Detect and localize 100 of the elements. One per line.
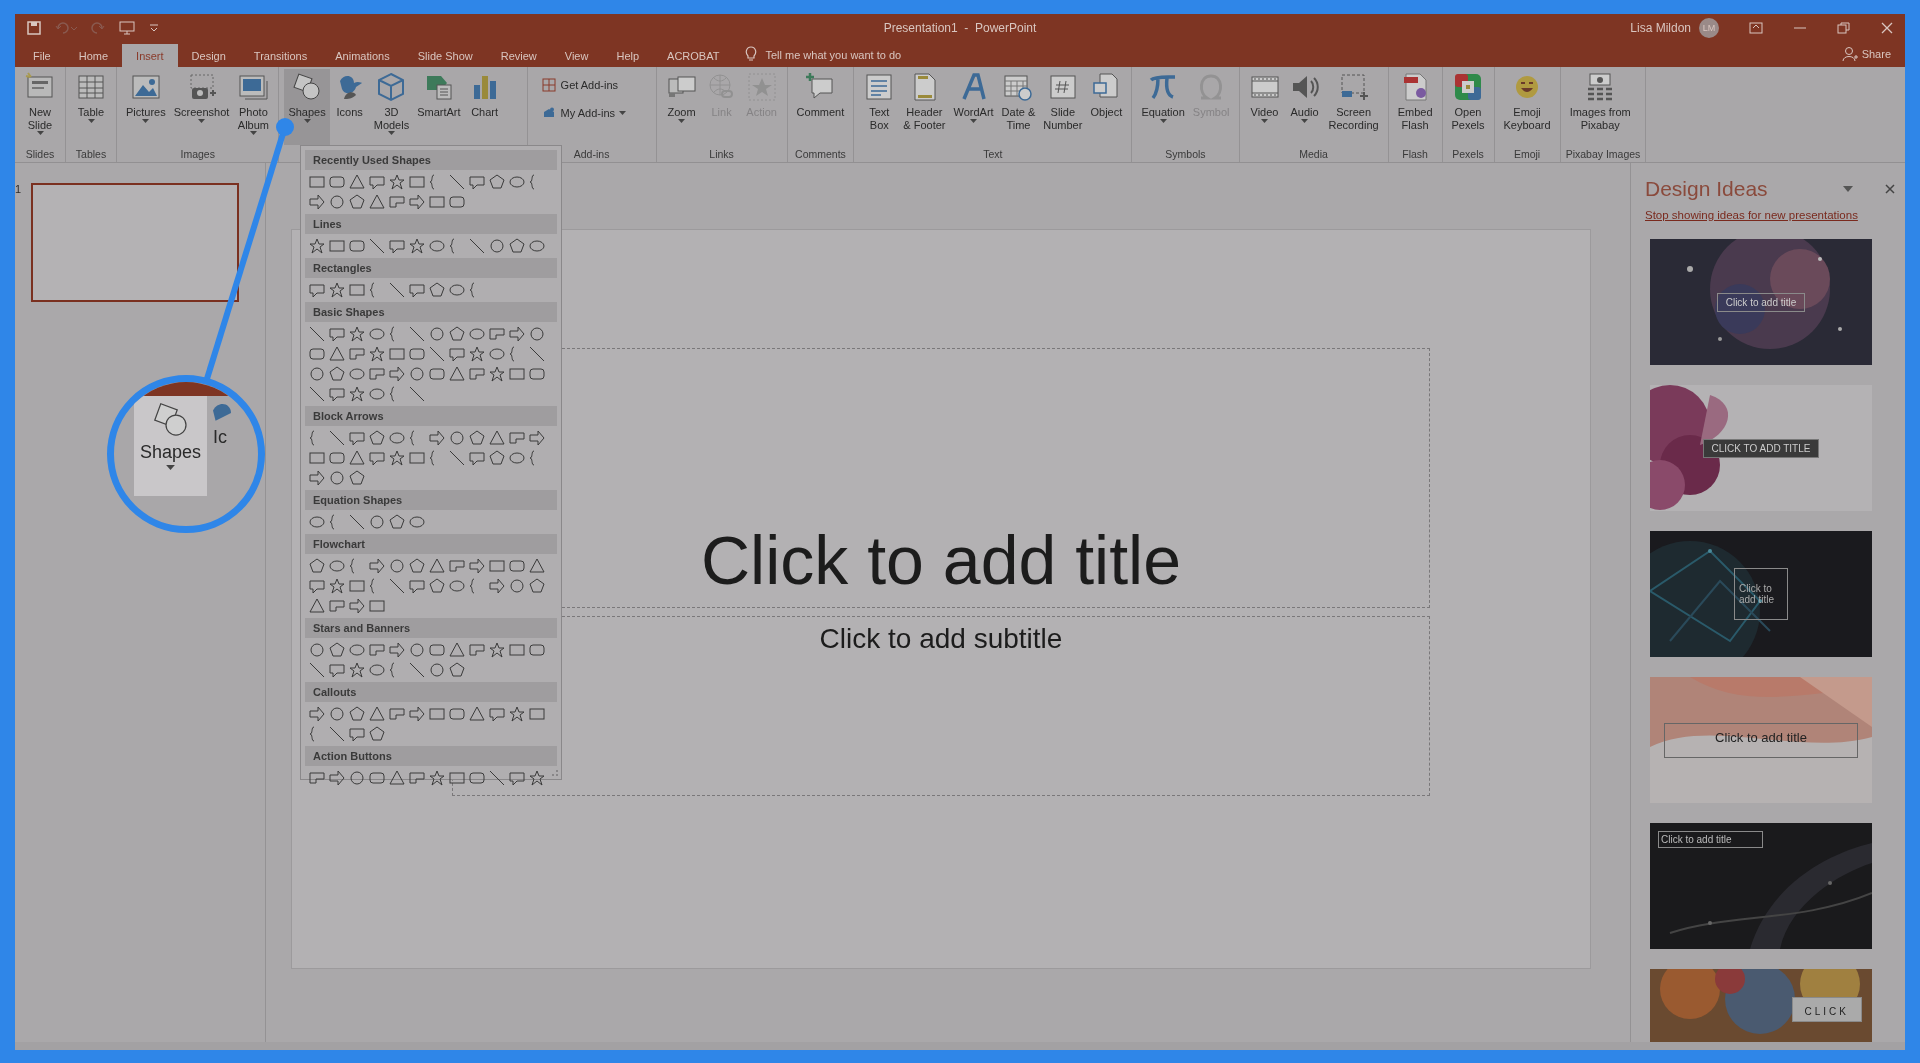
shape-icon[interactable] — [368, 325, 386, 343]
shape-icon[interactable] — [528, 365, 546, 383]
shape-icon[interactable] — [468, 173, 486, 191]
shape-icon[interactable] — [308, 325, 326, 343]
ribbon-button[interactable]: Icons — [329, 69, 370, 145]
shape-icon[interactable] — [428, 237, 446, 255]
ribbon-button[interactable]: Screen Recording — [1324, 69, 1383, 145]
shape-icon[interactable] — [408, 193, 426, 211]
shape-icon[interactable] — [448, 281, 466, 299]
shape-icon[interactable] — [428, 345, 446, 363]
shape-icon[interactable] — [408, 385, 426, 403]
presentation-icon[interactable] — [119, 21, 135, 35]
shape-icon[interactable] — [528, 769, 546, 787]
ribbon-button[interactable]: Object — [1086, 69, 1127, 145]
shape-icon[interactable] — [428, 577, 446, 595]
shape-icon[interactable] — [348, 469, 366, 487]
ribbon-button[interactable]: Table — [71, 69, 111, 145]
shapes-button[interactable]: Shapes — [134, 396, 208, 496]
shape-icon[interactable] — [328, 345, 346, 363]
shape-icon[interactable] — [428, 429, 446, 447]
shape-icon[interactable] — [348, 725, 366, 743]
save-icon[interactable] — [27, 21, 41, 35]
shape-icon[interactable] — [408, 365, 426, 383]
ribbon-button[interactable]: Embed Flash — [1393, 69, 1437, 145]
shape-icon[interactable] — [448, 705, 466, 723]
shape-icon[interactable] — [368, 345, 386, 363]
shape-icon[interactable] — [308, 237, 326, 255]
shape-icon[interactable] — [348, 597, 366, 615]
shape-icon[interactable] — [428, 661, 446, 679]
shape-icon[interactable] — [308, 345, 326, 363]
shape-icon[interactable] — [328, 449, 346, 467]
shape-icon[interactable] — [468, 345, 486, 363]
shape-icon[interactable] — [368, 449, 386, 467]
shape-icon[interactable] — [348, 661, 366, 679]
shape-icon[interactable] — [408, 769, 426, 787]
shape-icon[interactable] — [368, 237, 386, 255]
share-button[interactable]: Share — [1827, 46, 1905, 67]
ribbon-button[interactable]: Date & Time — [997, 69, 1040, 145]
shape-icon[interactable] — [408, 325, 426, 343]
shape-icon[interactable] — [448, 173, 466, 191]
shape-icon[interactable] — [448, 365, 466, 383]
shape-icon[interactable] — [328, 661, 346, 679]
shape-icon[interactable] — [308, 281, 326, 299]
shape-icon[interactable] — [388, 365, 406, 383]
shape-icon[interactable] — [468, 449, 486, 467]
shape-icon[interactable] — [328, 769, 346, 787]
shape-icon[interactable] — [508, 449, 526, 467]
shape-icon[interactable] — [348, 193, 366, 211]
shape-icon[interactable] — [488, 173, 506, 191]
shape-icon[interactable] — [348, 325, 366, 343]
ribbon-button[interactable]: Text Box — [859, 69, 900, 145]
shape-icon[interactable] — [468, 325, 486, 343]
shape-icon[interactable] — [388, 577, 406, 595]
shape-icon[interactable] — [508, 173, 526, 191]
ribbon-button[interactable]: Screenshot — [169, 69, 234, 145]
shape-icon[interactable] — [368, 725, 386, 743]
shape-icon[interactable] — [408, 705, 426, 723]
shape-icon[interactable] — [508, 237, 526, 255]
shape-icon[interactable] — [508, 325, 526, 343]
shape-icon[interactable] — [328, 641, 346, 659]
ribbon-button[interactable]: Pictures — [122, 69, 170, 145]
shape-icon[interactable] — [428, 365, 446, 383]
shape-icon[interactable] — [368, 193, 386, 211]
shape-icon[interactable] — [448, 325, 466, 343]
shape-icon[interactable] — [388, 769, 406, 787]
shape-icon[interactable] — [468, 705, 486, 723]
shape-icon[interactable] — [528, 577, 546, 595]
shape-icon[interactable] — [328, 705, 346, 723]
shape-icon[interactable] — [388, 513, 406, 531]
ribbon-tab[interactable]: Review — [486, 44, 551, 67]
ribbon-button[interactable]: 3D Models — [369, 69, 414, 145]
shape-icon[interactable] — [328, 429, 346, 447]
shape-icon[interactable] — [488, 577, 506, 595]
slide-thumbnail[interactable] — [31, 183, 240, 302]
shape-icon[interactable] — [328, 577, 346, 595]
shape-icon[interactable] — [348, 705, 366, 723]
shape-icon[interactable] — [488, 705, 506, 723]
shape-icon[interactable] — [348, 769, 366, 787]
dropdown-caret-icon[interactable] — [1843, 186, 1853, 192]
ribbon-button[interactable]: Chart — [464, 69, 505, 145]
shape-icon[interactable] — [448, 641, 466, 659]
ribbon-button[interactable]: New Slide — [20, 69, 60, 145]
shape-icon[interactable] — [368, 705, 386, 723]
shape-icon[interactable] — [408, 641, 426, 659]
ribbon-button[interactable]: Equation — [1137, 69, 1189, 145]
shape-icon[interactable] — [388, 281, 406, 299]
shape-icon[interactable] — [468, 769, 486, 787]
shape-icon[interactable] — [448, 769, 466, 787]
shape-icon[interactable] — [308, 769, 326, 787]
shape-icon[interactable] — [328, 469, 346, 487]
shape-icon[interactable] — [308, 385, 326, 403]
shape-icon[interactable] — [488, 237, 506, 255]
shape-icon[interactable] — [468, 557, 486, 575]
shape-icon[interactable] — [348, 449, 366, 467]
shape-icon[interactable] — [428, 557, 446, 575]
shape-icon[interactable] — [448, 661, 466, 679]
shape-icon[interactable] — [388, 641, 406, 659]
close-icon[interactable] — [1885, 184, 1895, 194]
shape-icon[interactable] — [308, 641, 326, 659]
shape-icon[interactable] — [528, 641, 546, 659]
